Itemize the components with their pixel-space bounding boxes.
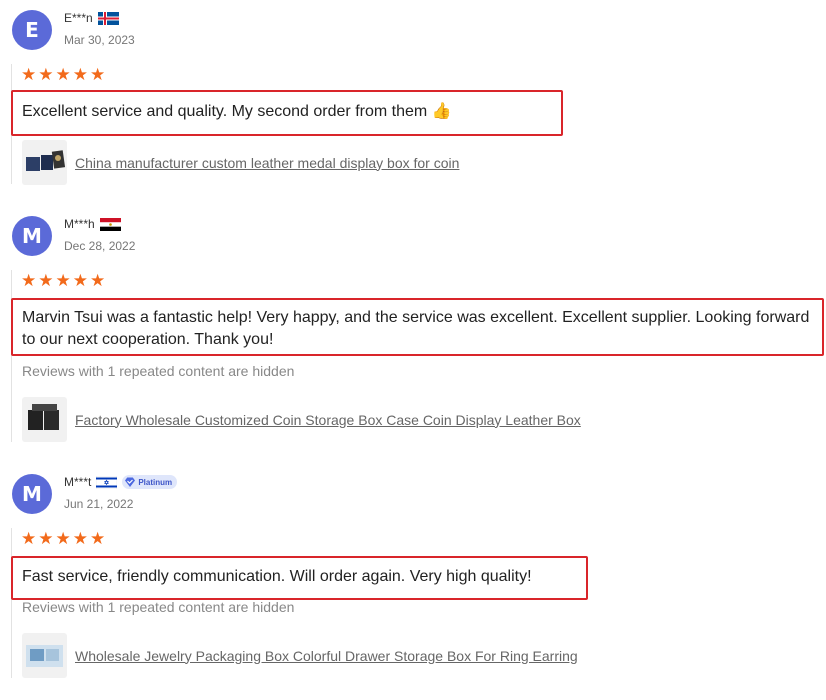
review-date: Dec 28, 2022: [64, 239, 136, 253]
review-date: Jun 21, 2022: [64, 497, 134, 511]
star-rating: ★★★★★: [21, 65, 108, 84]
reviewer-name-row: E***n: [64, 11, 119, 25]
review-divider-line: [11, 528, 12, 678]
product-thumbnail[interactable]: [22, 397, 67, 442]
platinum-badge: Platinum: [122, 475, 178, 489]
israel-flag-icon: [96, 475, 118, 489]
reviewer-name: E***n: [64, 11, 93, 25]
reviewer-name-row: M***t Platinum: [64, 475, 178, 489]
review-comment: Marvin Tsui was a fantastic help! Very h…: [22, 309, 810, 348]
reviewer-name: M***h: [64, 217, 95, 231]
reviewer-name-row: M***h: [64, 217, 121, 231]
reviewer-name: M***t: [64, 475, 92, 489]
avatar: M: [12, 216, 52, 256]
hidden-reviews-note: Reviews with 1 repeated content are hidd…: [22, 599, 295, 615]
review-comment: Excellent service and quality. My second…: [22, 103, 452, 120]
product-link-row[interactable]: China manufacturer custom leather medal …: [22, 140, 459, 185]
product-link-row[interactable]: Factory Wholesale Customized Coin Storag…: [22, 397, 581, 442]
product-link[interactable]: China manufacturer custom leather medal …: [75, 155, 459, 171]
review-comment: Fast service, friendly communication. Wi…: [22, 568, 532, 585]
egypt-flag-icon: [99, 217, 121, 231]
product-thumbnail[interactable]: [22, 140, 67, 185]
avatar: E: [12, 10, 52, 50]
iceland-flag-icon: [97, 11, 119, 25]
star-rating: ★★★★★: [21, 529, 108, 548]
avatar: M: [12, 474, 52, 514]
hidden-reviews-note: Reviews with 1 repeated content are hidd…: [22, 363, 295, 379]
product-thumbnail[interactable]: [22, 633, 67, 678]
product-link[interactable]: Factory Wholesale Customized Coin Storag…: [75, 412, 581, 428]
review-divider-line: [11, 270, 12, 442]
diamond-icon: [124, 476, 136, 488]
review-date: Mar 30, 2023: [64, 33, 135, 47]
product-link-row[interactable]: Wholesale Jewelry Packaging Box Colorful…: [22, 633, 578, 678]
product-link[interactable]: Wholesale Jewelry Packaging Box Colorful…: [75, 648, 578, 664]
star-rating: ★★★★★: [21, 271, 108, 290]
badge-label: Platinum: [138, 477, 173, 487]
